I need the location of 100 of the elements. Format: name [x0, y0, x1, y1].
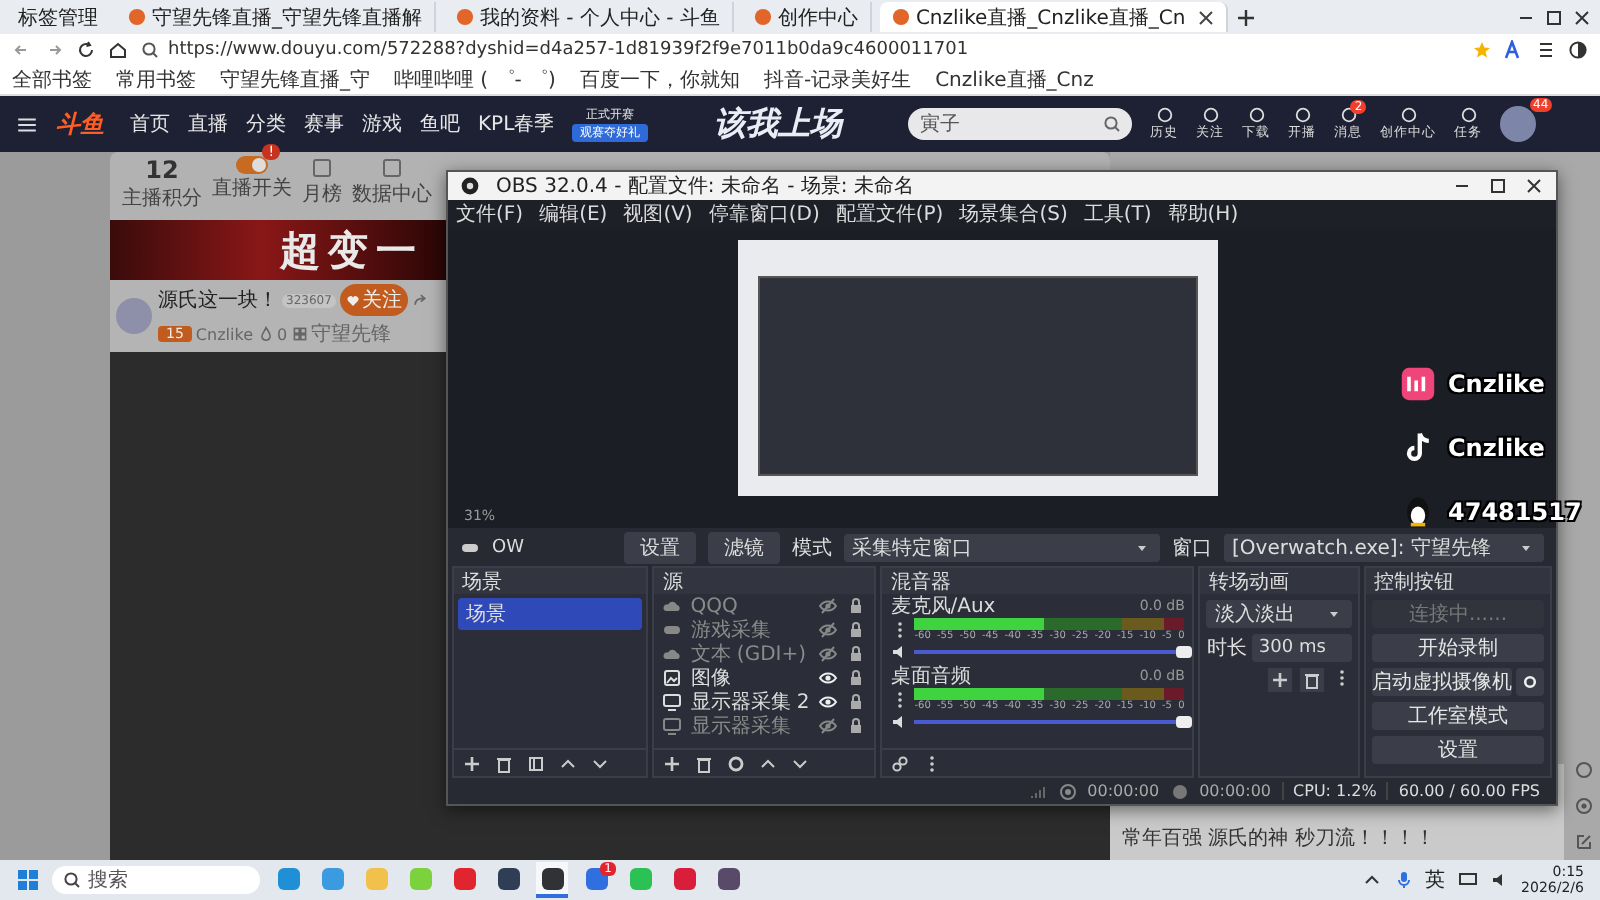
lock-icon[interactable]	[846, 620, 867, 640]
lock-icon[interactable]	[846, 596, 867, 616]
tab-manager-button[interactable]: 标签管理	[8, 3, 108, 31]
maximize-icon[interactable]	[1488, 176, 1508, 196]
bookmark-link[interactable]: 守望先锋直播_守	[220, 66, 370, 94]
new-tab-icon[interactable]	[1235, 7, 1256, 27]
windows-logo-icon[interactable]	[16, 868, 40, 892]
mode-dropdown[interactable]: 采集特定窗口	[844, 533, 1160, 561]
eye-icon[interactable]	[818, 668, 839, 688]
add-icon[interactable]	[662, 753, 683, 773]
star-icon[interactable]	[1472, 40, 1492, 60]
browser-tab[interactable]: 我的资料 - 个人中心 - 斗鱼	[444, 2, 734, 32]
menu-item[interactable]: 编辑(E)	[539, 200, 608, 228]
transition-dropdown[interactable]: 淡入淡出	[1206, 600, 1352, 628]
lock-icon[interactable]	[846, 668, 867, 688]
taskbar-app[interactable]	[536, 862, 568, 898]
eye-slash-icon[interactable]	[818, 644, 839, 664]
forward-icon[interactable]	[44, 40, 64, 60]
bookmark-link[interactable]: 常用书签	[116, 66, 196, 94]
close-icon[interactable]	[1197, 9, 1214, 25]
bookmark-link[interactable]: 哔哩哔哩 ( ゜- ゜)	[394, 66, 556, 94]
menu-icon[interactable]	[16, 113, 38, 135]
nav-link[interactable]: 直播	[188, 110, 228, 138]
edit-icon[interactable]	[1574, 832, 1594, 852]
eye-slash-icon[interactable]	[818, 620, 839, 640]
link-icon[interactable]	[890, 753, 911, 773]
bookmark-link[interactable]: Cnzlike直播_Cnz	[935, 66, 1094, 94]
menu-item[interactable]: 场景集合(S)	[959, 200, 1068, 228]
close-icon[interactable]	[1572, 7, 1592, 27]
bookmark-link[interactable]: 百度一下，你就知	[579, 66, 740, 94]
menu-item[interactable]: 工具(T)	[1083, 200, 1152, 228]
nav-link[interactable]: 游戏	[362, 110, 402, 138]
source-item[interactable]: 显示器采集 2	[690, 688, 811, 716]
source-item[interactable]: 文本 (GDI+)	[690, 640, 811, 668]
eye-icon[interactable]	[818, 692, 839, 712]
source-item[interactable]: 显示器采集	[690, 712, 811, 740]
source-item[interactable]: QQQ	[690, 595, 811, 617]
site-logo[interactable]: 斗鱼	[56, 107, 104, 141]
fps-reading: 60.00 / 60.00 FPS	[1386, 782, 1540, 800]
menu-item[interactable]: 配置文件(P)	[835, 200, 944, 228]
user-avatar[interactable]	[1500, 106, 1537, 142]
nav-link[interactable]: 分类	[246, 110, 286, 138]
reload-icon[interactable]	[76, 40, 96, 60]
close-icon[interactable]	[1524, 176, 1544, 196]
ad-banner[interactable]: 超变一	[110, 220, 446, 280]
trash-icon[interactable]	[494, 753, 514, 773]
duration-field[interactable]: 300 ms	[1252, 634, 1352, 662]
reading-list-icon[interactable]	[1536, 40, 1556, 60]
bookmark-link[interactable]: 全部书签	[12, 66, 92, 94]
bookmark-link[interactable]: 抖音-记录美好生	[763, 66, 912, 94]
control-button[interactable]: 启动虚拟摄像机	[1372, 668, 1512, 696]
ai-icon[interactable]	[1504, 40, 1524, 60]
source-item[interactable]: 图像	[690, 664, 811, 692]
nav-link[interactable]: KPL春季	[478, 110, 555, 138]
lock-icon[interactable]	[846, 716, 867, 736]
add-icon[interactable]	[1268, 668, 1292, 692]
theme-icon[interactable]	[1568, 40, 1588, 60]
lock-icon[interactable]	[846, 692, 867, 712]
control-button[interactable]: 设置	[1372, 736, 1544, 764]
menu-item[interactable]: 文件(F)	[456, 200, 524, 228]
menu-item[interactable]: 视图(V)	[623, 200, 693, 228]
search-field[interactable]: 搜索	[52, 866, 260, 894]
duration-label: 时长	[1206, 635, 1247, 662]
microphone-icon[interactable]	[1393, 870, 1414, 890]
browser-tab[interactable]: 守望先锋直播_守望先锋直播解	[116, 2, 436, 32]
window-dropdown[interactable]: [Overwatch.exe]: 守望先锋	[1224, 533, 1544, 561]
eye-slash-icon[interactable]	[818, 716, 839, 736]
address-field[interactable]: https://www.douyu.com/572288?dyshid=d4a257-1d81939f2f9e7011b0da9c4600011701	[140, 37, 1460, 63]
toolbar-item[interactable]: 数据中心	[352, 156, 432, 208]
home-icon[interactable]	[108, 40, 128, 60]
trash-icon[interactable]	[1300, 668, 1324, 692]
source-item[interactable]: 游戏采集	[690, 616, 811, 644]
toolbar-button[interactable]: 设置	[624, 531, 696, 563]
browser-tab[interactable]: Cnzlike直播_Cnzlike直播_Cn	[879, 2, 1228, 32]
control-button[interactable]: 开始录制	[1372, 634, 1544, 662]
menu-item[interactable]: 帮助(H)	[1167, 200, 1239, 228]
input-method[interactable]: 英	[1425, 866, 1446, 894]
control-button[interactable]: 工作室模式	[1372, 702, 1544, 730]
share-icon[interactable]	[411, 292, 428, 308]
nav-link[interactable]: 首页	[130, 110, 170, 138]
browser-tab[interactable]: 创作中心	[741, 2, 872, 32]
settings-button[interactable]	[1516, 668, 1544, 696]
add-icon[interactable]	[462, 753, 482, 773]
toolbar-button[interactable]: 滤镜	[708, 531, 780, 563]
nav-link[interactable]: 赛事	[304, 110, 344, 138]
toolbar-item[interactable]: 月榜	[302, 156, 342, 208]
follow-button[interactable]: 关注	[339, 284, 408, 316]
search-field[interactable]: 寅子	[908, 108, 1133, 140]
panel-icon[interactable]	[526, 753, 546, 773]
toggle-switch[interactable]	[236, 156, 268, 174]
scene-item[interactable]: 场景	[458, 598, 643, 630]
lock-icon[interactable]	[846, 644, 867, 664]
eye-slash-icon[interactable]	[818, 596, 839, 616]
back-icon[interactable]	[12, 40, 32, 60]
monitor-icon[interactable]	[1457, 870, 1478, 890]
restore-icon[interactable]	[1544, 7, 1564, 27]
nav-link[interactable]: 鱼吧	[420, 110, 460, 138]
trash-icon[interactable]	[694, 753, 715, 773]
menu-item[interactable]: 停靠窗口(D)	[708, 200, 820, 228]
search-icon[interactable]	[1102, 114, 1123, 134]
